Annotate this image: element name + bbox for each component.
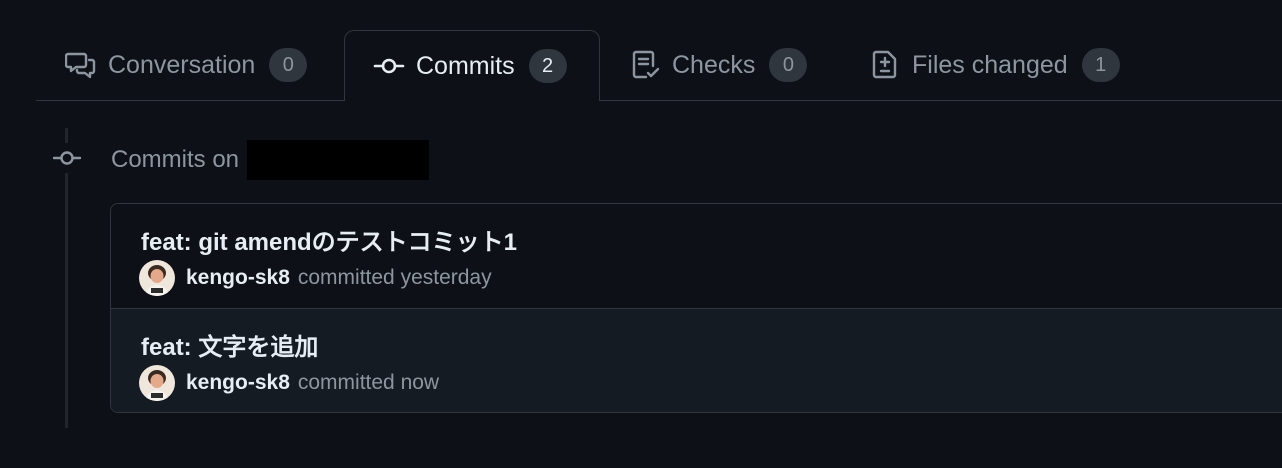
tab-checks[interactable]: Checks 0 <box>628 30 808 100</box>
tab-counter: 0 <box>769 48 808 82</box>
tab-commits[interactable]: Commits 2 <box>344 30 600 101</box>
tab-label: Checks <box>672 50 756 79</box>
git-commit-icon <box>372 49 406 83</box>
tab-label: Conversation <box>108 50 256 79</box>
pull-request-page: Conversation 0 Commits 2 Checks 0 Files … <box>0 0 1282 468</box>
pr-tab-bar: Conversation 0 Commits 2 Checks 0 Files … <box>36 30 1282 101</box>
tab-files-changed[interactable]: Files changed 1 <box>868 30 1120 100</box>
commit-meta: kengo-sk8 committed now <box>139 365 439 401</box>
commit-row: feat: 文字を追加 kengo-sk8 committed now <box>111 308 1282 412</box>
comment-discussion-icon <box>64 48 98 82</box>
commit-list: feat: git amendのテストコミット1 kengo-sk8 commi… <box>110 203 1282 413</box>
tab-label: Commits <box>416 51 515 80</box>
avatar[interactable] <box>139 365 175 401</box>
tab-counter: 0 <box>269 48 308 82</box>
commits-heading-label: Commits on <box>111 146 240 173</box>
tab-label: Files changed <box>912 50 1068 79</box>
avatar[interactable] <box>139 260 175 296</box>
commit-time: committed now <box>297 371 440 394</box>
commit-author[interactable]: kengo-sk8 <box>186 371 290 395</box>
tab-counter: 1 <box>1081 48 1120 82</box>
checklist-icon <box>628 48 662 82</box>
commits-date-heading: Commits on <box>111 140 430 180</box>
commit-row: feat: git amendのテストコミット1 kengo-sk8 commi… <box>111 204 1282 308</box>
commit-author[interactable]: kengo-sk8 <box>186 266 290 290</box>
commit-meta: kengo-sk8 committed yesterday <box>139 260 492 296</box>
commit-title-link[interactable]: feat: 文字を追加 <box>141 327 318 362</box>
git-commit-icon <box>52 143 82 173</box>
timeline-line <box>65 128 68 428</box>
redacted-date <box>247 140 430 180</box>
commit-title-link[interactable]: feat: git amendのテストコミット1 <box>141 222 517 257</box>
tab-counter: 2 <box>528 49 567 83</box>
commit-time: committed yesterday <box>297 266 492 289</box>
file-diff-icon <box>868 48 902 82</box>
tab-conversation[interactable]: Conversation 0 <box>64 30 308 100</box>
